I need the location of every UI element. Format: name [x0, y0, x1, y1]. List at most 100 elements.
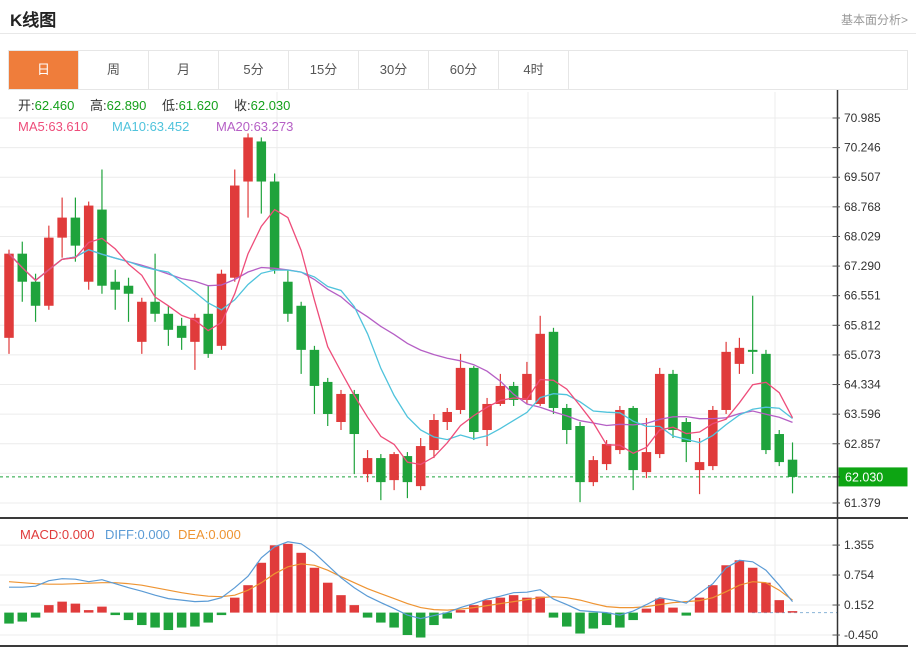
macd-bar — [216, 612, 227, 616]
candle-body — [322, 381, 333, 414]
candle-body — [442, 411, 452, 423]
candle-body — [163, 313, 174, 330]
candle-body — [176, 325, 187, 338]
price-axis-label: 63.596 — [844, 407, 881, 421]
macd-bar — [190, 612, 200, 627]
candle-body — [4, 253, 14, 338]
macd-bar — [137, 612, 147, 626]
candle-body — [336, 393, 346, 423]
macd-bar — [415, 612, 426, 638]
macd-axis-label: 0.152 — [844, 598, 874, 612]
candle-body — [402, 456, 413, 483]
macd-bar — [296, 552, 306, 613]
candle-body — [455, 367, 466, 410]
macd-bar — [203, 612, 213, 623]
candle-body — [243, 137, 253, 182]
macd-bar — [588, 612, 599, 629]
price-axis-label: 62.857 — [844, 437, 881, 451]
macd-bar — [349, 605, 360, 613]
macd-bar — [83, 610, 94, 613]
candle-body — [309, 349, 320, 386]
macd-bar — [30, 612, 41, 618]
candle-body — [694, 462, 705, 471]
macd-bar — [508, 595, 519, 613]
macd-legend-item: DIFF:0.000 — [105, 527, 170, 542]
candle-body — [787, 459, 798, 477]
diff-line — [9, 541, 793, 620]
candle-body — [269, 181, 280, 270]
macd-bar — [761, 582, 771, 613]
price-axis-label: 65.812 — [844, 318, 881, 332]
macd-bar — [256, 562, 267, 613]
macd-bar — [376, 612, 386, 623]
candle-body — [615, 409, 625, 451]
price-axis-label: 70.246 — [844, 141, 881, 155]
candle-body — [362, 458, 373, 475]
candle-body — [588, 460, 599, 483]
macd-bar — [548, 612, 559, 618]
candle-body — [415, 446, 426, 487]
price-axis-label: 65.073 — [844, 348, 881, 362]
candle-body — [283, 281, 293, 314]
ohlc-legend-item: 高:62.890 — [90, 98, 146, 113]
macd-bar — [668, 607, 678, 613]
macd-bar — [97, 606, 107, 613]
candle-body — [203, 313, 213, 354]
ma-legend-item: MA20:63.273 — [216, 119, 293, 134]
macd-bar — [469, 605, 479, 613]
macd-legend-item: DEA:0.000 — [178, 527, 241, 542]
macd-bar — [269, 545, 280, 613]
macd-bar — [150, 612, 160, 628]
ma-legend-item: MA10:63.452 — [112, 119, 189, 134]
macd-bar — [322, 582, 333, 613]
macd-axis-label: 0.754 — [844, 568, 874, 582]
candle-body — [601, 444, 612, 465]
candle-body — [668, 373, 678, 431]
macd-bar — [163, 612, 174, 631]
macd-bar — [575, 612, 585, 634]
price-axis-label: 68.029 — [844, 229, 881, 243]
price-axis-label: 66.551 — [844, 289, 881, 303]
macd-bar — [601, 612, 612, 626]
candle-body — [562, 407, 572, 431]
macd-bar — [44, 605, 54, 613]
macd-bar — [562, 612, 572, 627]
macd-bar — [123, 612, 134, 621]
candle-body — [190, 317, 200, 342]
price-axis-label: 68.768 — [844, 200, 881, 214]
candle-body — [654, 373, 665, 455]
macd-bar — [389, 612, 399, 628]
candle-body — [110, 281, 120, 290]
price-axis-label: 69.507 — [844, 170, 881, 184]
macd-bar — [495, 597, 506, 613]
candle-body — [150, 301, 160, 314]
price-axis: 70.985 70.246 69.507 68.768 68.029 67.290 66.5… — [832, 111, 881, 642]
candle-body — [97, 209, 107, 286]
candle-body — [641, 452, 652, 473]
candle-body — [30, 281, 41, 306]
candle-body — [57, 217, 67, 238]
macd-bar — [309, 567, 320, 613]
macd-bar — [57, 601, 67, 613]
candle-body — [495, 385, 506, 404]
macd-bar — [110, 612, 120, 616]
candle-body — [721, 351, 731, 410]
candle-body — [522, 373, 532, 400]
candle-body — [137, 301, 147, 342]
candle-body — [734, 347, 745, 364]
grid-lines — [0, 92, 838, 646]
ohlc-legend-item: 开:62.460 — [18, 98, 74, 113]
macd-axis-label: -0.450 — [844, 628, 878, 642]
macd-bar — [362, 612, 373, 618]
candle-body — [256, 141, 267, 182]
candle-body — [70, 217, 81, 246]
price-axis-label: 70.985 — [844, 111, 881, 125]
macd-axis-label: 1.355 — [844, 538, 874, 552]
candle-body — [230, 185, 240, 278]
candle-body — [747, 349, 758, 352]
macd-bar — [70, 603, 81, 613]
candle-body — [376, 458, 386, 483]
macd-bar — [243, 585, 253, 613]
candle-body — [83, 205, 94, 282]
candle-body — [535, 333, 545, 404]
